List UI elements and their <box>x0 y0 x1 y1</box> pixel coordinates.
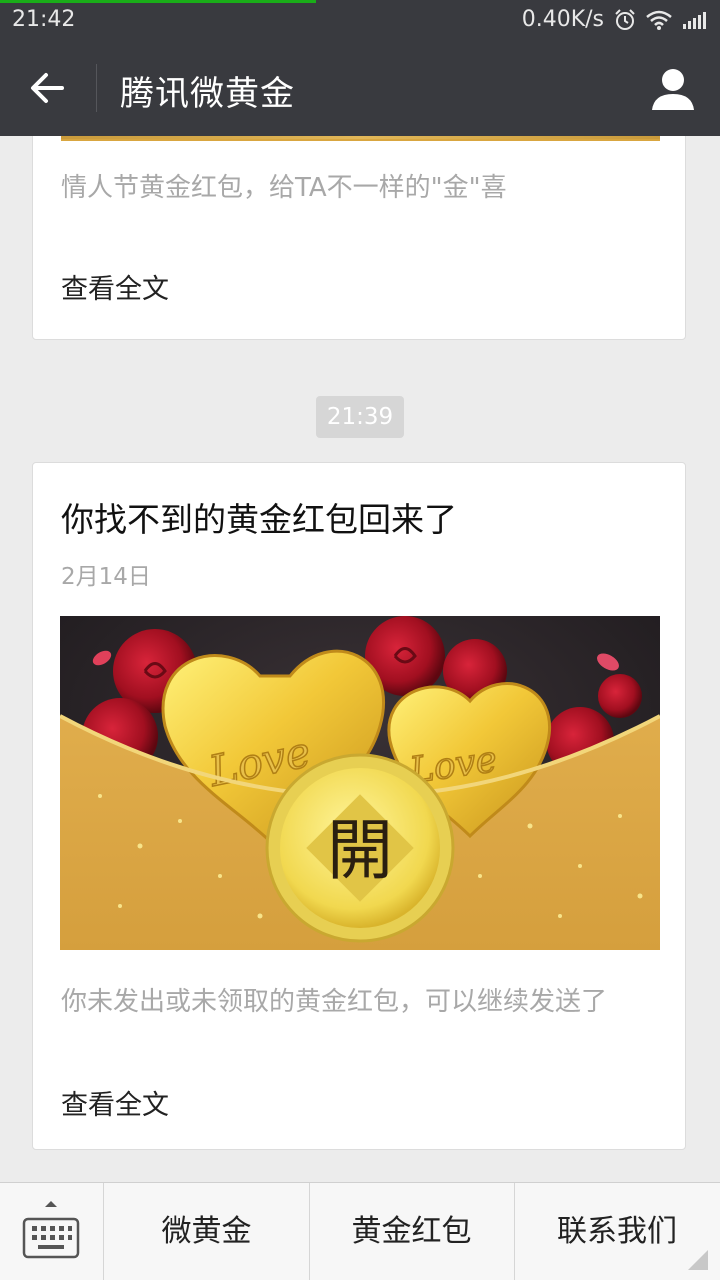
alarm-icon <box>615 8 635 30</box>
submenu-indicator-icon <box>688 1250 708 1270</box>
status-bar: 21:42 0.40K/s <box>0 0 720 40</box>
wifi-icon <box>646 10 672 30</box>
menu-item-gold-red-packet[interactable]: 黄金红包 <box>309 1183 515 1280</box>
network-speed: 0.40K/s <box>521 7 604 32</box>
article-cover-bottom <box>61 136 660 141</box>
title-divider <box>96 64 97 112</box>
article-date: 2月14日 <box>61 564 151 590</box>
open-seal-decoration: 開 <box>265 753 455 943</box>
article-digest: 你未发出或未领取的黄金红包，可以继续发送了 <box>61 987 608 1017</box>
signal-icon <box>683 11 706 29</box>
menu-item-micro-gold[interactable]: 微黄金 <box>104 1183 310 1280</box>
read-more-link[interactable]: 查看全文 <box>61 267 169 306</box>
page-load-progress <box>0 0 316 3</box>
account-profile-button[interactable] <box>650 66 696 112</box>
article-card[interactable]: 情人节黄金红包，给TA不一样的"金"喜 查看全文 <box>32 136 686 340</box>
person-icon <box>652 69 694 110</box>
title-bar: 腾讯微黄金 <box>0 40 720 136</box>
read-more-link[interactable]: 查看全文 <box>61 1083 169 1122</box>
article-title[interactable]: 你找不到的黄金红包回来了 <box>61 493 457 541</box>
switch-to-keyboard-button[interactable] <box>0 1183 104 1280</box>
article-card[interactable]: 你找不到的黄金红包回来了 2月14日 Love Love 開 你未发出或未领取的… <box>32 462 686 1150</box>
page-title: 腾讯微黄金 <box>120 74 295 114</box>
back-button[interactable] <box>26 68 72 108</box>
cover-open-char: 開 <box>327 812 393 889</box>
article-cover-image[interactable]: Love Love 開 <box>60 616 660 950</box>
keyboard-icon <box>22 1201 80 1259</box>
message-list[interactable]: 情人节黄金红包，给TA不一样的"金"喜 查看全文 21:39 你找不到的黄金红包… <box>0 136 720 1182</box>
status-time: 21:42 <box>12 7 76 32</box>
article-digest: 情人节黄金红包，给TA不一样的"金"喜 <box>61 173 507 203</box>
back-arrow-icon <box>31 73 64 103</box>
status-icons: 0.40K/s <box>522 7 708 32</box>
bottom-menu-bar: 微黄金 黄金红包 联系我们 <box>0 1182 720 1280</box>
message-timestamp: 21:39 <box>316 396 404 438</box>
